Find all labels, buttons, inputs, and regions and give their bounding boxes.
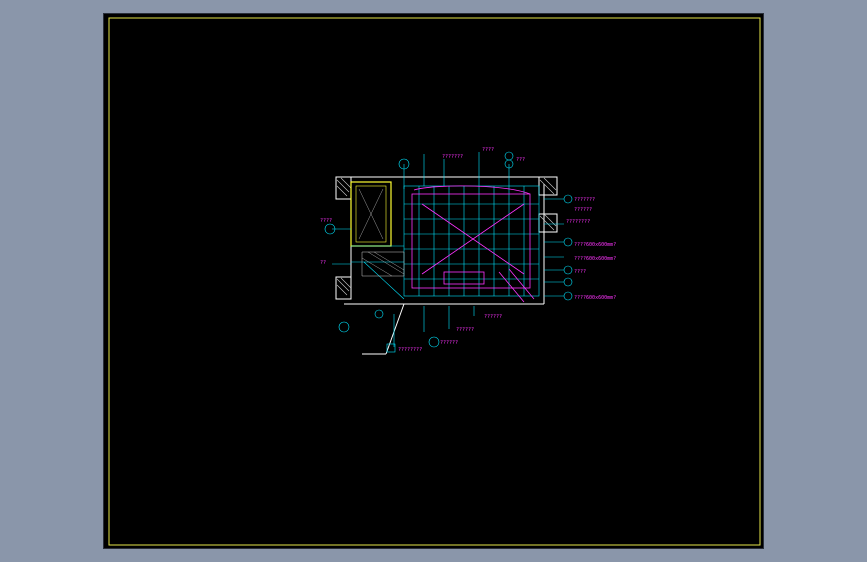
label-left-2: ?? <box>320 260 326 266</box>
cad-floor-plan: ??????? ???? ??? ??????? ?????? ????????… <box>108 17 761 546</box>
label-top-3: ??? <box>516 157 525 163</box>
label-bottom-1: ?????? <box>484 314 502 320</box>
cad-drawing-viewport[interactable]: ??????? ???? ??? ??????? ?????? ????????… <box>103 13 764 549</box>
ceiling-grid <box>351 185 540 300</box>
label-right-1: ??????? <box>574 197 595 203</box>
hatched-walls <box>336 177 557 296</box>
label-left-1: ???? <box>320 218 332 224</box>
leader-lines <box>332 152 564 347</box>
label-top-1: ??????? <box>442 154 463 160</box>
label-top-2: ???? <box>482 147 494 153</box>
drawing-frame <box>108 17 761 546</box>
floor-plan <box>324 151 573 355</box>
label-bottom-4: ?????? <box>440 340 458 346</box>
label-right-3: ???????? <box>566 219 590 225</box>
label-right-4: ????600x600mm? <box>574 242 616 248</box>
label-right-2: ?????? <box>574 207 592 213</box>
label-right-5: ????600x600mm? <box>574 256 616 262</box>
label-right-6: ???? <box>574 269 586 275</box>
annotation-labels: ??????? ???? ??? ??????? ?????? ????????… <box>320 147 616 353</box>
lighting-circuits <box>411 185 535 303</box>
label-right-7: ????600x600mm? <box>574 295 616 301</box>
label-bottom-3: ???????? <box>398 347 422 353</box>
label-bottom-2: ?????? <box>456 327 474 333</box>
